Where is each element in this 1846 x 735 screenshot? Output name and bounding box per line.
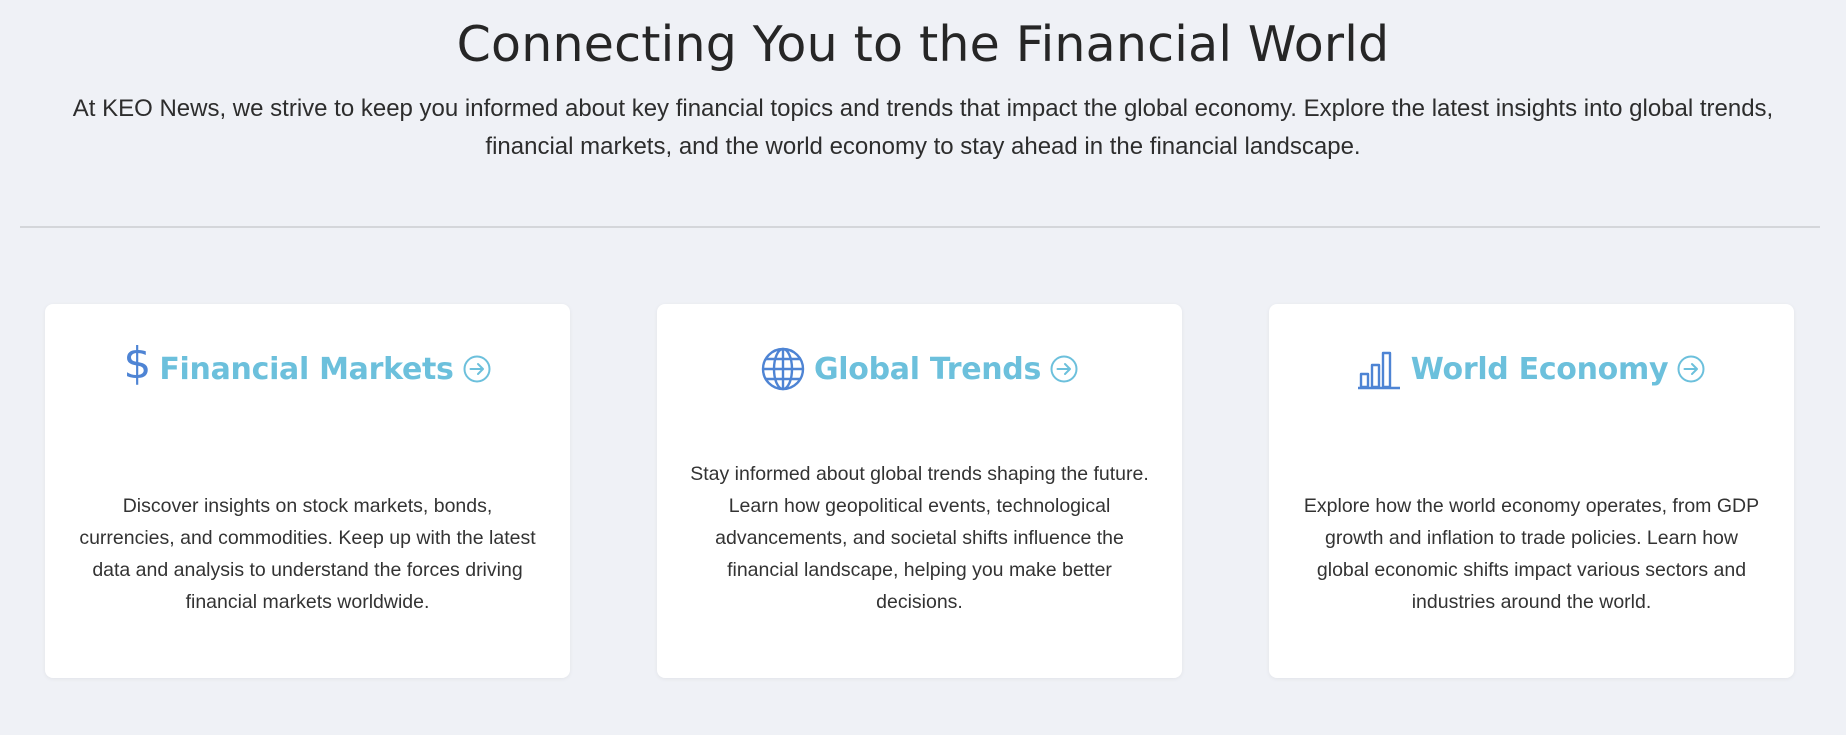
arrow-circle-right-icon[interactable] — [1676, 354, 1706, 384]
card-title-link[interactable]: Financial Markets — [159, 352, 454, 387]
card-header[interactable]: $ Financial Markets — [45, 338, 570, 394]
card-world-economy: World Economy Explore how the world econ… — [1269, 304, 1794, 678]
card-financial-markets: $ Financial Markets Discover insights on… — [45, 304, 570, 678]
card-description: Stay informed about global trends shapin… — [690, 463, 1149, 613]
arrow-circle-right-icon[interactable] — [1049, 354, 1079, 384]
card-header[interactable]: Global Trends — [657, 344, 1182, 394]
card-title-link[interactable]: World Economy — [1411, 352, 1669, 387]
card-description: Explore how the world economy operates, … — [1303, 495, 1760, 613]
card-title-link[interactable]: Global Trends — [814, 352, 1041, 387]
dollar-icon: $ — [123, 338, 152, 389]
bar-chart-icon — [1357, 348, 1403, 390]
globe-icon — [760, 346, 806, 392]
card-description: Discover insights on stock markets, bond… — [79, 495, 536, 613]
intro-paragraph: At KEO News, we strive to keep you infor… — [72, 95, 1774, 160]
page-title: Connecting You to the Financial World — [456, 16, 1390, 73]
arrow-circle-right-icon[interactable] — [462, 354, 492, 384]
card-global-trends: Global Trends Stay informed about global… — [657, 304, 1182, 678]
section-divider — [20, 226, 1820, 228]
card-header[interactable]: World Economy — [1269, 344, 1794, 394]
